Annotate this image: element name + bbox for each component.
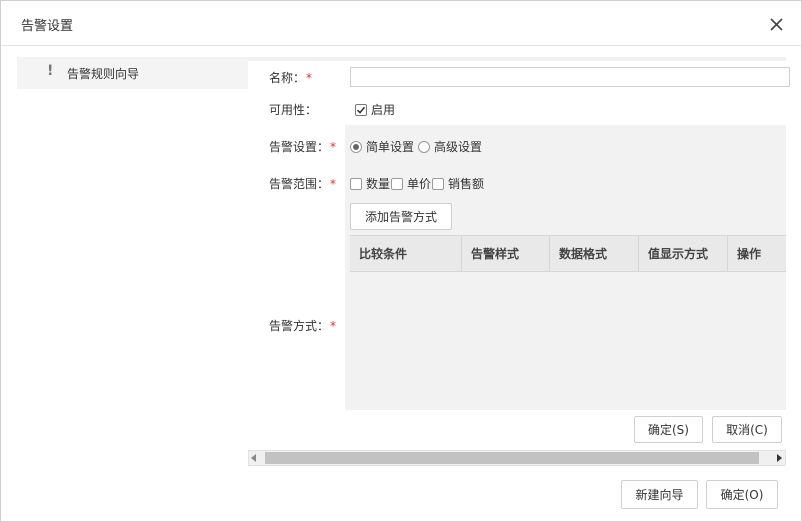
- scope-unit-price-checkbox[interactable]: [391, 177, 403, 190]
- name-label: 名称：*: [269, 71, 313, 85]
- column-header-display[interactable]: 值显示方式: [639, 236, 728, 272]
- scroll-right-arrow-icon[interactable]: [777, 454, 782, 462]
- scroll-left-arrow-icon[interactable]: [251, 454, 256, 462]
- dialog-titlebar: 告警设置: [1, 1, 801, 46]
- alert-scope-label: 告警范围：*: [269, 177, 337, 191]
- scope-quantity-checkbox[interactable]: [350, 177, 362, 190]
- scope-unit-price-label: 单价: [407, 177, 432, 191]
- simple-setting-radio[interactable]: [350, 140, 362, 153]
- scope-sales-checkbox[interactable]: [432, 177, 444, 190]
- column-header-style[interactable]: 告警样式: [462, 236, 550, 272]
- close-icon: [770, 18, 783, 31]
- scope-sales-row[interactable]: 销售额: [432, 175, 484, 192]
- scope-quantity-label: 数量: [366, 177, 391, 191]
- scope-sales-label: 销售额: [448, 177, 485, 191]
- enabled-label: 启用: [371, 103, 396, 117]
- close-button[interactable]: [765, 13, 787, 35]
- alert-method-label: 告警方式：*: [269, 319, 337, 333]
- column-header-action[interactable]: 操作: [728, 236, 786, 272]
- column-header-compare[interactable]: 比较条件: [350, 236, 462, 272]
- simple-setting-label: 简单设置: [366, 140, 415, 154]
- advanced-setting-radio[interactable]: [418, 140, 430, 153]
- column-header-format[interactable]: 数据格式: [550, 236, 639, 272]
- inner-confirm-button[interactable]: 确定(S): [634, 416, 703, 443]
- simple-setting-radio-row[interactable]: 简单设置: [350, 138, 414, 155]
- horizontal-scrollbar[interactable]: [248, 450, 786, 466]
- content-top-strip: [248, 57, 786, 61]
- dialog-title: 告警设置: [21, 19, 74, 34]
- sidebar-item-label: 告警规则向导: [67, 67, 140, 81]
- alert-settings-dialog: 告警设置 ! 告警规则向导 名称：* 可用性： 启用 告警设置：* 简单设置 高…: [0, 0, 802, 522]
- check-icon: [356, 106, 366, 114]
- name-input[interactable]: [350, 67, 790, 87]
- new-wizard-button[interactable]: 新建向导: [621, 480, 698, 509]
- footer-confirm-button[interactable]: 确定(O): [706, 480, 778, 509]
- alert-setting-label: 告警设置：*: [269, 140, 337, 154]
- availability-label: 可用性：: [269, 103, 318, 117]
- scrollbar-thumb[interactable]: [265, 452, 759, 464]
- enabled-checkbox-row[interactable]: 启用: [355, 101, 395, 118]
- advanced-setting-radio-row[interactable]: 高级设置: [418, 138, 482, 155]
- required-mark: *: [306, 71, 313, 85]
- sidebar-item-alert-rule-wizard[interactable]: ! 告警规则向导: [17, 57, 248, 89]
- advanced-setting-label: 高级设置: [434, 140, 483, 154]
- inner-cancel-button[interactable]: 取消(C): [712, 416, 782, 443]
- add-alert-method-button[interactable]: 添加告警方式: [350, 203, 452, 230]
- enabled-checkbox[interactable]: [355, 103, 367, 116]
- exclamation-icon: !: [47, 63, 54, 79]
- alert-method-table-header: 比较条件 告警样式 数据格式 值显示方式 操作: [350, 235, 786, 272]
- scope-unit-price-row[interactable]: 单价: [391, 175, 431, 192]
- scope-quantity-row[interactable]: 数量: [350, 175, 390, 192]
